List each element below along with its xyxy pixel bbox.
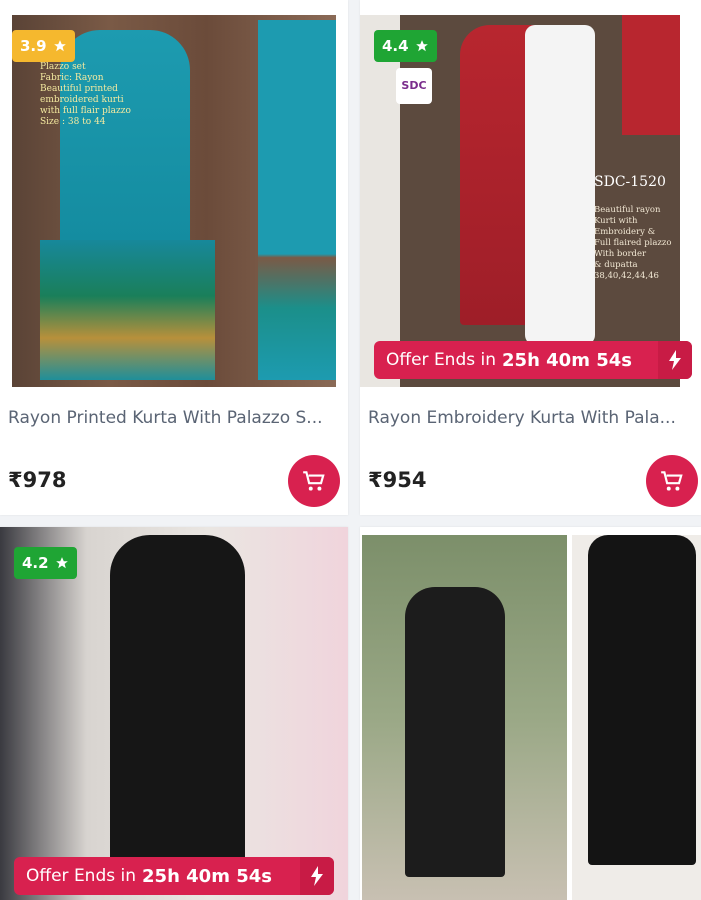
product-code: SDC-1520 <box>594 174 666 190</box>
overlay-text: Plazzo set Fabric: Rayon Beautiful print… <box>40 62 131 127</box>
rating-value: 3.9 <box>20 37 47 55</box>
product-image[interactable]: 4.2 Offer Ends in 25h 40m 54s <box>0 527 348 900</box>
offer-banner: Offer Ends in 25h 40m 54s <box>374 341 692 379</box>
rating-value: 4.4 <box>382 37 409 55</box>
product-price: ₹978 <box>8 468 67 492</box>
product-card[interactable]: 4.2 Offer Ends in 25h 40m 54s <box>0 527 348 900</box>
product-image[interactable]: Plazzo set Fabric: Rayon Beautiful print… <box>0 0 348 390</box>
offer-label: Offer Ends in <box>26 866 137 886</box>
product-price: ₹954 <box>368 468 427 492</box>
rating-badge: 4.4 <box>374 30 437 62</box>
cart-icon <box>303 471 325 491</box>
star-icon <box>55 557 68 569</box>
product-image[interactable]: SDC SDC-1520 Beautiful rayon Kurti with … <box>360 0 701 390</box>
rating-badge: 4.2 <box>14 547 77 579</box>
rating-value: 4.2 <box>22 554 49 572</box>
star-icon <box>415 40 428 52</box>
star-icon <box>53 40 66 52</box>
product-title[interactable]: Rayon Printed Kurta With Palazzo S... <box>8 408 340 428</box>
flash-icon <box>658 341 692 379</box>
product-card[interactable]: SDC SDC-1520 Beautiful rayon Kurti with … <box>360 0 701 515</box>
offer-banner: Offer Ends in 25h 40m 54s <box>14 857 334 895</box>
product-card[interactable]: Plazzo set Fabric: Rayon Beautiful print… <box>0 0 348 515</box>
add-to-cart-button[interactable] <box>288 455 340 507</box>
overlay-text: Beautiful rayon Kurti with Embroidery & … <box>594 205 672 281</box>
rating-badge: 3.9 <box>12 30 75 62</box>
product-title[interactable]: Rayon Embroidery Kurta With Pala... <box>368 408 693 428</box>
offer-timer: 25h 40m 54s <box>502 349 632 371</box>
flash-icon <box>300 857 334 895</box>
brand-logo: SDC <box>396 68 432 104</box>
offer-label: Offer Ends in <box>386 350 497 370</box>
product-image[interactable] <box>360 527 701 900</box>
offer-timer: 25h 40m 54s <box>142 865 272 887</box>
add-to-cart-button[interactable] <box>646 455 698 507</box>
product-card[interactable] <box>360 527 701 900</box>
cart-icon <box>661 471 683 491</box>
